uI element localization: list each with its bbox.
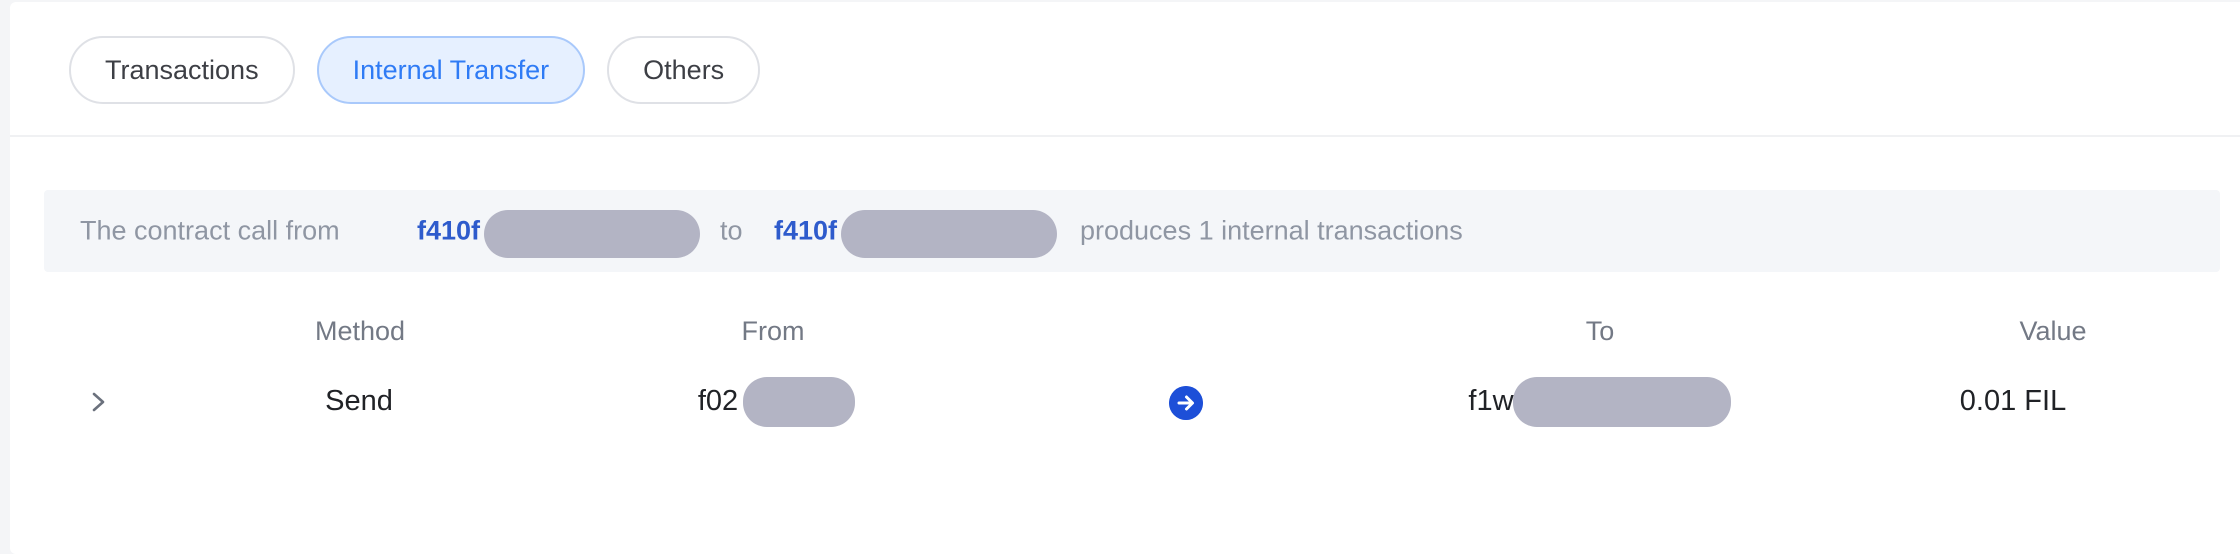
arrow-right-circle-icon xyxy=(1169,386,1203,420)
redacted-row-to xyxy=(1513,377,1731,427)
column-header-method: Method xyxy=(314,316,406,346)
divider xyxy=(10,135,2240,137)
notice-to-address[interactable]: f410f xyxy=(774,216,837,247)
tab-others[interactable]: Others xyxy=(607,36,761,104)
internal-tx-notice: The contract call from f410f to f410f pr… xyxy=(44,190,2220,272)
notice-prefix: The contract call from xyxy=(80,215,340,246)
tab-transactions[interactable]: Transactions xyxy=(69,36,295,104)
row-value: 0.01 FIL xyxy=(1959,385,2067,417)
column-header-value: Value xyxy=(2019,316,2087,346)
redacted-row-from xyxy=(743,377,855,427)
tab-bar: Transactions Internal Transfer Others xyxy=(69,36,761,104)
notice-suffix: produces 1 internal transactions xyxy=(1080,215,1463,246)
chevron-right-icon[interactable] xyxy=(88,388,110,416)
row-to-address[interactable]: f1w xyxy=(1468,385,1513,418)
column-header-from: From xyxy=(741,316,805,346)
notice-connector: to xyxy=(720,215,743,246)
redacted-from-address xyxy=(484,210,700,258)
column-header-to: To xyxy=(1585,316,1615,346)
row-from-address[interactable]: f02 xyxy=(698,385,738,418)
tab-internal-transfer[interactable]: Internal Transfer xyxy=(316,36,586,104)
row-method: Send xyxy=(325,385,393,417)
redacted-to-address xyxy=(841,210,1057,258)
notice-from-address[interactable]: f410f xyxy=(417,216,480,247)
